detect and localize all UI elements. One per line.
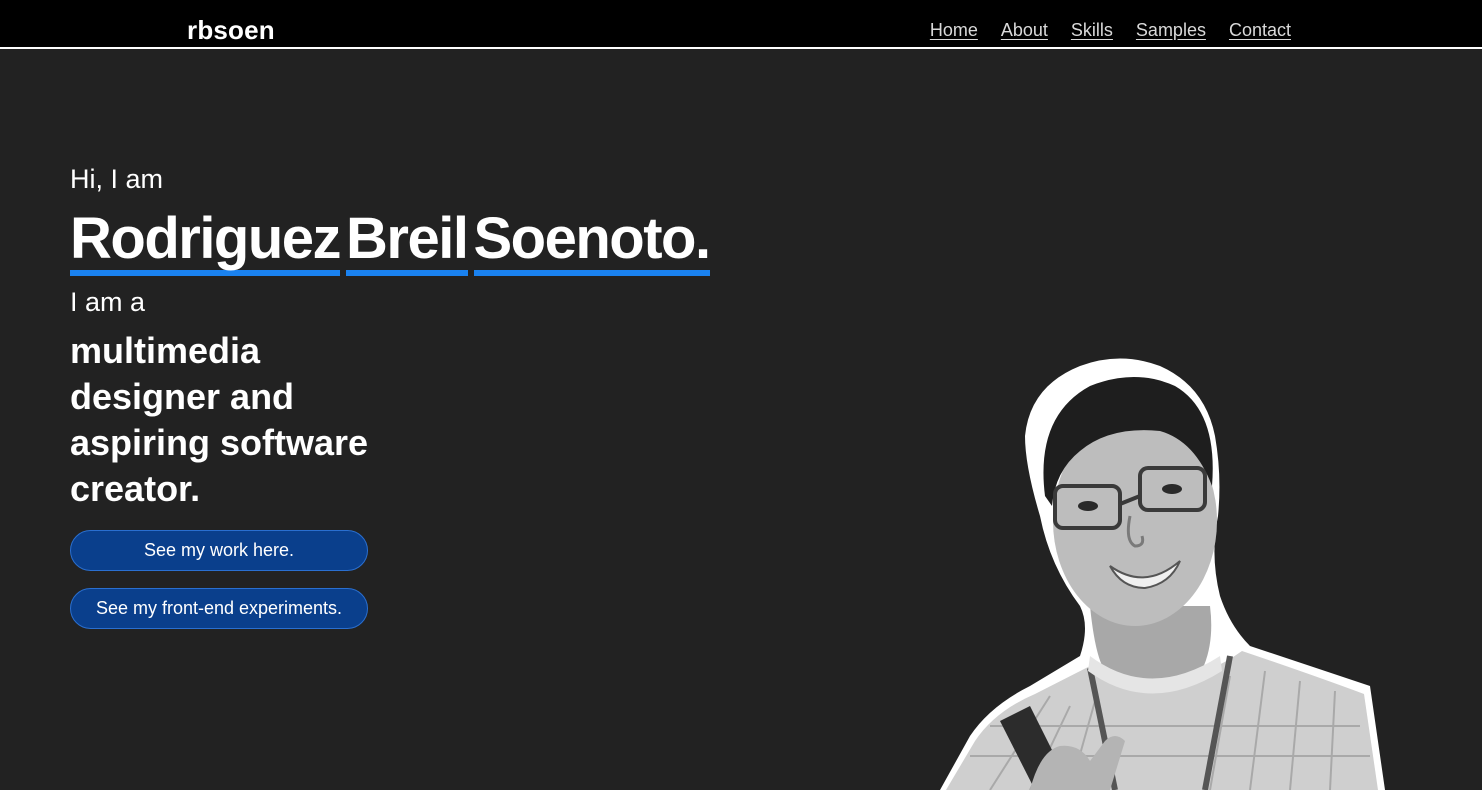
nav-link-samples[interactable]: Samples [1136, 18, 1206, 42]
see-experiments-button[interactable]: See my front-end experiments. [70, 588, 368, 629]
main-nav: Home About Skills Samples Contact [930, 18, 1291, 42]
role-description: multimedia designer and aspiring softwar… [70, 330, 369, 509]
greeting-text: Hi, I am [70, 164, 164, 194]
hero-section: Hi, I am Rodriguez Breil Soenoto. I am a… [70, 160, 711, 629]
full-name-heading: Rodriguez Breil Soenoto. [70, 208, 711, 276]
middle-name: Breil [346, 208, 469, 276]
first-name: Rodriguez [70, 208, 342, 276]
role-intro-text: I am a [70, 287, 146, 317]
site-logo[interactable]: rbsoen [187, 14, 275, 46]
nav-link-skills[interactable]: Skills [1071, 18, 1113, 42]
nav-link-contact[interactable]: Contact [1229, 18, 1291, 42]
profile-portrait-image [940, 358, 1385, 790]
top-navbar: rbsoen Home About Skills Samples Contact [0, 0, 1482, 49]
nav-link-home[interactable]: Home [930, 18, 978, 42]
nav-link-about[interactable]: About [1001, 18, 1048, 42]
last-name: Soenoto. [473, 208, 711, 276]
see-work-button[interactable]: See my work here. [70, 530, 368, 571]
